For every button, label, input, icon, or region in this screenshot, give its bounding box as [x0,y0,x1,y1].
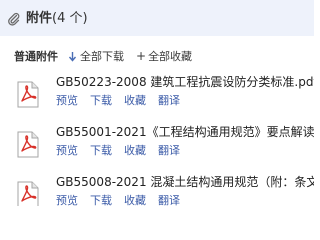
file-name[interactable]: GB50223-2008 建筑工程抗震设防分类标准.pdf [56,74,314,90]
preview-link[interactable]: 预览 [56,194,78,206]
download-all-button[interactable]: 全部下载 [68,48,124,64]
translate-link[interactable]: 翻译 [158,194,180,206]
header-title: 附件(4 个) [26,10,88,28]
attachment-count: (4 个) [52,11,88,26]
collect-link[interactable]: 收藏 [124,194,146,206]
translate-link[interactable]: 翻译 [158,144,180,158]
translate-link[interactable]: 翻译 [158,94,180,108]
download-all-label: 全部下载 [80,50,124,63]
plus-icon: + [136,49,147,63]
collect-all-button[interactable]: + 全部收藏 [136,48,192,64]
paperclip-icon [8,12,20,26]
file-actions: 预览 下载 收藏 翻译 [56,194,192,206]
download-link[interactable]: 下载 [90,144,112,158]
file-name[interactable]: GB55001-2021《工程结构通用规范》要点解读 [56,124,314,140]
attachments-header: 附件(4 个) [0,0,314,36]
pdf-icon [17,131,39,158]
file-name[interactable]: GB55008-2021 混凝土结构通用规范（附：条文 [56,174,314,190]
section-label: 普通附件 [14,50,58,63]
collect-link[interactable]: 收藏 [124,144,146,158]
file-actions: 预览 下载 收藏 翻译 [56,144,192,158]
file-item: GB55008-2021 混凝土结构通用规范（附：条文 预览 下载 收藏 翻译 [0,172,314,206]
file-actions: 预览 下载 收藏 翻译 [56,94,192,108]
collect-link[interactable]: 收藏 [124,94,146,108]
preview-link[interactable]: 预览 [56,94,78,108]
download-arrow-icon [68,51,77,62]
attachments-toolbar: 普通附件 全部下载 + 全部收藏 [14,47,204,65]
preview-link[interactable]: 预览 [56,144,78,158]
header-title-text: 附件 [26,11,53,26]
collect-all-label: 全部收藏 [148,50,193,63]
file-item: GB50223-2008 建筑工程抗震设防分类标准.pdf 预览 下载 收藏 翻… [0,72,314,118]
download-link[interactable]: 下载 [90,194,112,206]
pdf-icon [17,181,39,206]
attachments-panel: 附件(4 个) 普通附件 全部下载 + 全部收藏 GB50223-2008 建筑… [0,0,314,206]
file-item: GB55001-2021《工程结构通用规范》要点解读 预览 下载 收藏 翻译 [0,122,314,168]
download-link[interactable]: 下载 [90,94,112,108]
pdf-icon [17,81,39,108]
